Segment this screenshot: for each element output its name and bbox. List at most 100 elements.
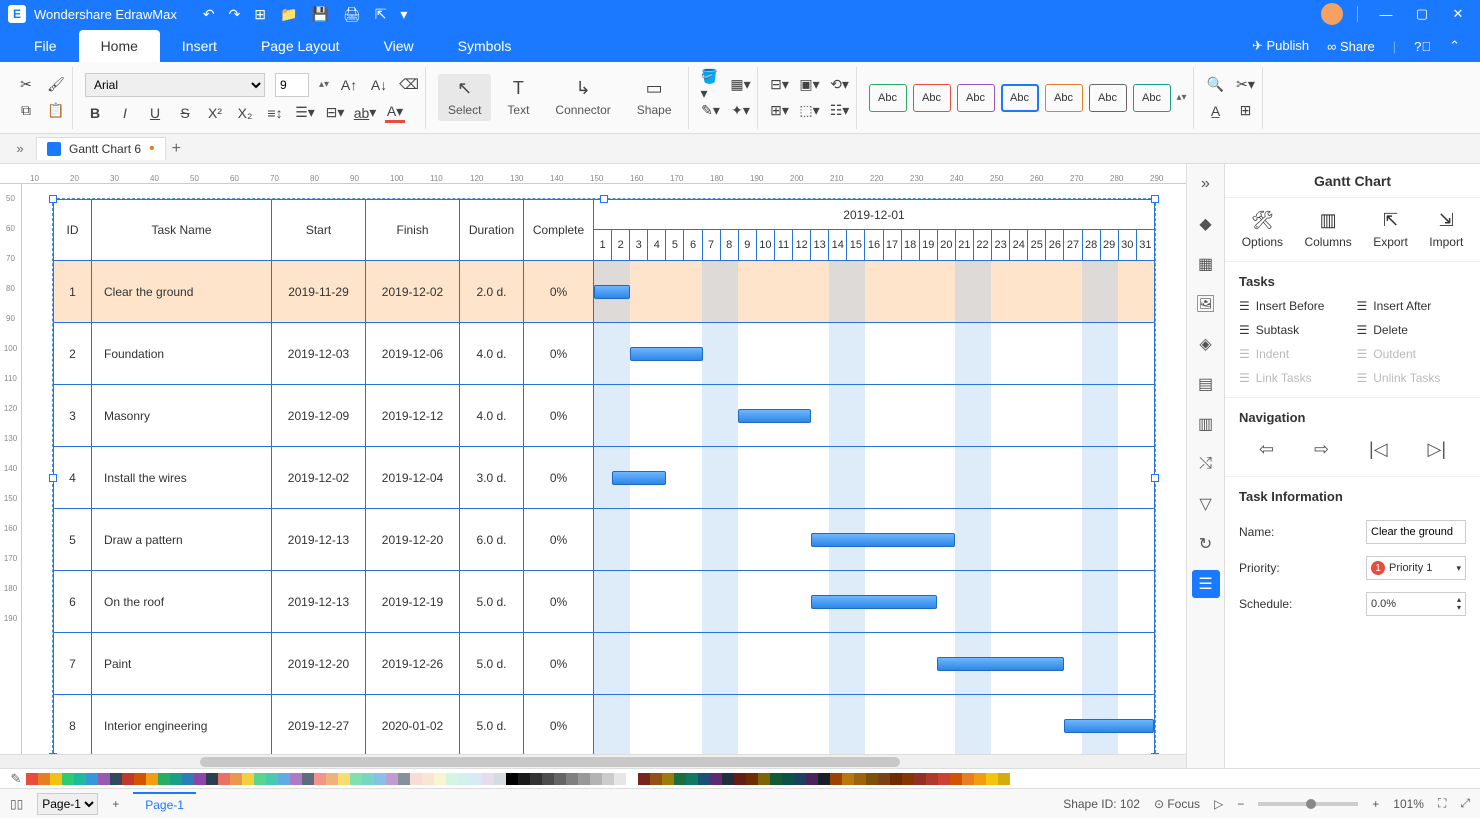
open-icon[interactable]: 📁	[280, 6, 297, 23]
color-swatch[interactable]	[146, 773, 158, 785]
zoom-slider[interactable]	[1258, 802, 1358, 806]
color-swatch[interactable]	[206, 773, 218, 785]
fill-icon[interactable]: 🪣▾	[701, 75, 721, 95]
color-swatch[interactable]	[650, 773, 662, 785]
line-spacing-icon[interactable]: ≡↕	[265, 103, 285, 123]
table-row[interactable]: 7Paint2019-12-202019-12-265.0 d.0%	[54, 633, 1155, 695]
increase-font-icon[interactable]: A↑	[339, 75, 359, 95]
color-swatch[interactable]	[998, 773, 1010, 785]
table-row[interactable]: 8Interior engineering2019-12-272020-01-0…	[54, 695, 1155, 755]
color-swatch[interactable]	[314, 773, 326, 785]
redo-icon[interactable]: ↷	[229, 6, 241, 23]
bullets-icon[interactable]: ☰▾	[295, 103, 315, 123]
color-swatch[interactable]	[110, 773, 122, 785]
decrease-font-icon[interactable]: A↓	[369, 75, 389, 95]
font-size-input[interactable]	[275, 73, 309, 97]
gantt-bar[interactable]	[811, 595, 938, 609]
color-swatch[interactable]	[554, 773, 566, 785]
style-7[interactable]: Abc	[1133, 84, 1171, 112]
color-swatch[interactable]	[230, 773, 242, 785]
color-swatch[interactable]	[482, 773, 494, 785]
color-swatch[interactable]	[722, 773, 734, 785]
col-start[interactable]: Start	[272, 200, 366, 261]
color-swatch[interactable]	[350, 773, 362, 785]
color-swatch[interactable]	[710, 773, 722, 785]
col-id[interactable]: ID	[54, 200, 92, 261]
tab-insert[interactable]: Insert	[160, 30, 239, 62]
align-icon[interactable]: ⊟▾	[770, 75, 790, 95]
present-icon[interactable]: ▽	[1192, 490, 1220, 518]
color-swatch[interactable]	[278, 773, 290, 785]
gantt-panel-icon[interactable]: ☰	[1192, 570, 1220, 598]
color-swatch[interactable]	[362, 773, 374, 785]
color-swatch[interactable]	[674, 773, 686, 785]
color-swatch[interactable]	[890, 773, 902, 785]
strike-icon[interactable]: S	[175, 103, 195, 123]
color-swatch[interactable]	[194, 773, 206, 785]
color-swatch[interactable]	[266, 773, 278, 785]
col-task[interactable]: Task Name	[92, 200, 272, 261]
style-1[interactable]: Abc	[869, 84, 907, 112]
style-5[interactable]: Abc	[1045, 84, 1083, 112]
color-swatch[interactable]	[398, 773, 410, 785]
color-swatch[interactable]	[158, 773, 170, 785]
color-swatch[interactable]	[494, 773, 506, 785]
color-swatch[interactable]	[854, 773, 866, 785]
help-icon[interactable]: ?⃝	[1414, 39, 1431, 54]
color-swatch[interactable]	[386, 773, 398, 785]
horizontal-scrollbar[interactable]	[0, 754, 1186, 768]
table-row[interactable]: 2Foundation2019-12-032019-12-064.0 d.0%	[54, 323, 1155, 385]
paste-icon[interactable]: 📋	[46, 101, 66, 121]
order-icon[interactable]: ☷▾	[830, 101, 850, 121]
color-swatch[interactable]	[326, 773, 338, 785]
color-swatch[interactable]	[182, 773, 194, 785]
color-swatch[interactable]	[134, 773, 146, 785]
collapse-ribbon-icon[interactable]: ⌃	[1449, 38, 1460, 54]
color-swatch[interactable]	[770, 773, 782, 785]
gantt-bar[interactable]	[612, 471, 666, 485]
replace-icon[interactable]: A̲	[1206, 101, 1226, 121]
task-name-input[interactable]	[1366, 520, 1466, 544]
delete-button[interactable]: ☰ Delete	[1357, 323, 1467, 337]
color-swatch[interactable]	[926, 773, 938, 785]
import-button[interactable]: ⇲Import	[1429, 210, 1463, 249]
insert-before-button[interactable]: ☰ Insert Before	[1239, 299, 1349, 313]
resize-handle[interactable]	[49, 195, 57, 203]
color-swatch[interactable]	[758, 773, 770, 785]
style-2[interactable]: Abc	[913, 84, 951, 112]
save-icon[interactable]: 💾	[311, 6, 328, 23]
color-swatch[interactable]	[446, 773, 458, 785]
style-4[interactable]: Abc	[1001, 84, 1039, 112]
color-swatch[interactable]	[914, 773, 926, 785]
play-icon[interactable]: ▷	[1214, 797, 1223, 811]
gantt-selection-box[interactable]: ID Task Name Start Finish Duration Compl…	[52, 198, 1156, 754]
page-tab[interactable]: Page-1	[133, 792, 196, 816]
image-icon[interactable]: 🖼	[1192, 290, 1220, 318]
tab-view[interactable]: View	[362, 30, 436, 62]
tab-symbols[interactable]: Symbols	[436, 30, 534, 62]
expand-tabs-icon[interactable]: »	[10, 141, 30, 156]
color-swatch[interactable]	[218, 773, 230, 785]
shape-tool[interactable]: ▭Shape	[627, 74, 682, 121]
color-swatch[interactable]	[434, 773, 446, 785]
nav-prev-icon[interactable]: ⇦	[1259, 439, 1274, 460]
qat-more-icon[interactable]: ▾	[400, 6, 407, 23]
color-swatch[interactable]	[818, 773, 830, 785]
superscript-icon[interactable]: X²	[205, 103, 225, 123]
nav-next-icon[interactable]: ⇨	[1314, 439, 1329, 460]
shuffle-icon[interactable]: ⤭	[1192, 450, 1220, 478]
color-swatch[interactable]	[410, 773, 422, 785]
layout-icon[interactable]: ⊞	[1236, 101, 1256, 121]
gantt-bar[interactable]	[630, 347, 702, 361]
publish-button[interactable]: ✈ Publish	[1252, 38, 1309, 54]
color-swatch[interactable]	[506, 773, 518, 785]
layers-icon[interactable]: ◈	[1192, 330, 1220, 358]
share-button[interactable]: ∞ Share	[1327, 39, 1375, 54]
color-swatch[interactable]	[590, 773, 602, 785]
gantt-bar[interactable]	[1064, 719, 1154, 733]
underline-icon[interactable]: U	[145, 103, 165, 123]
color-swatch[interactable]	[50, 773, 62, 785]
font-name-select[interactable]: Arial	[85, 73, 265, 97]
history-icon[interactable]: ↻	[1192, 530, 1220, 558]
color-swatch[interactable]	[302, 773, 314, 785]
